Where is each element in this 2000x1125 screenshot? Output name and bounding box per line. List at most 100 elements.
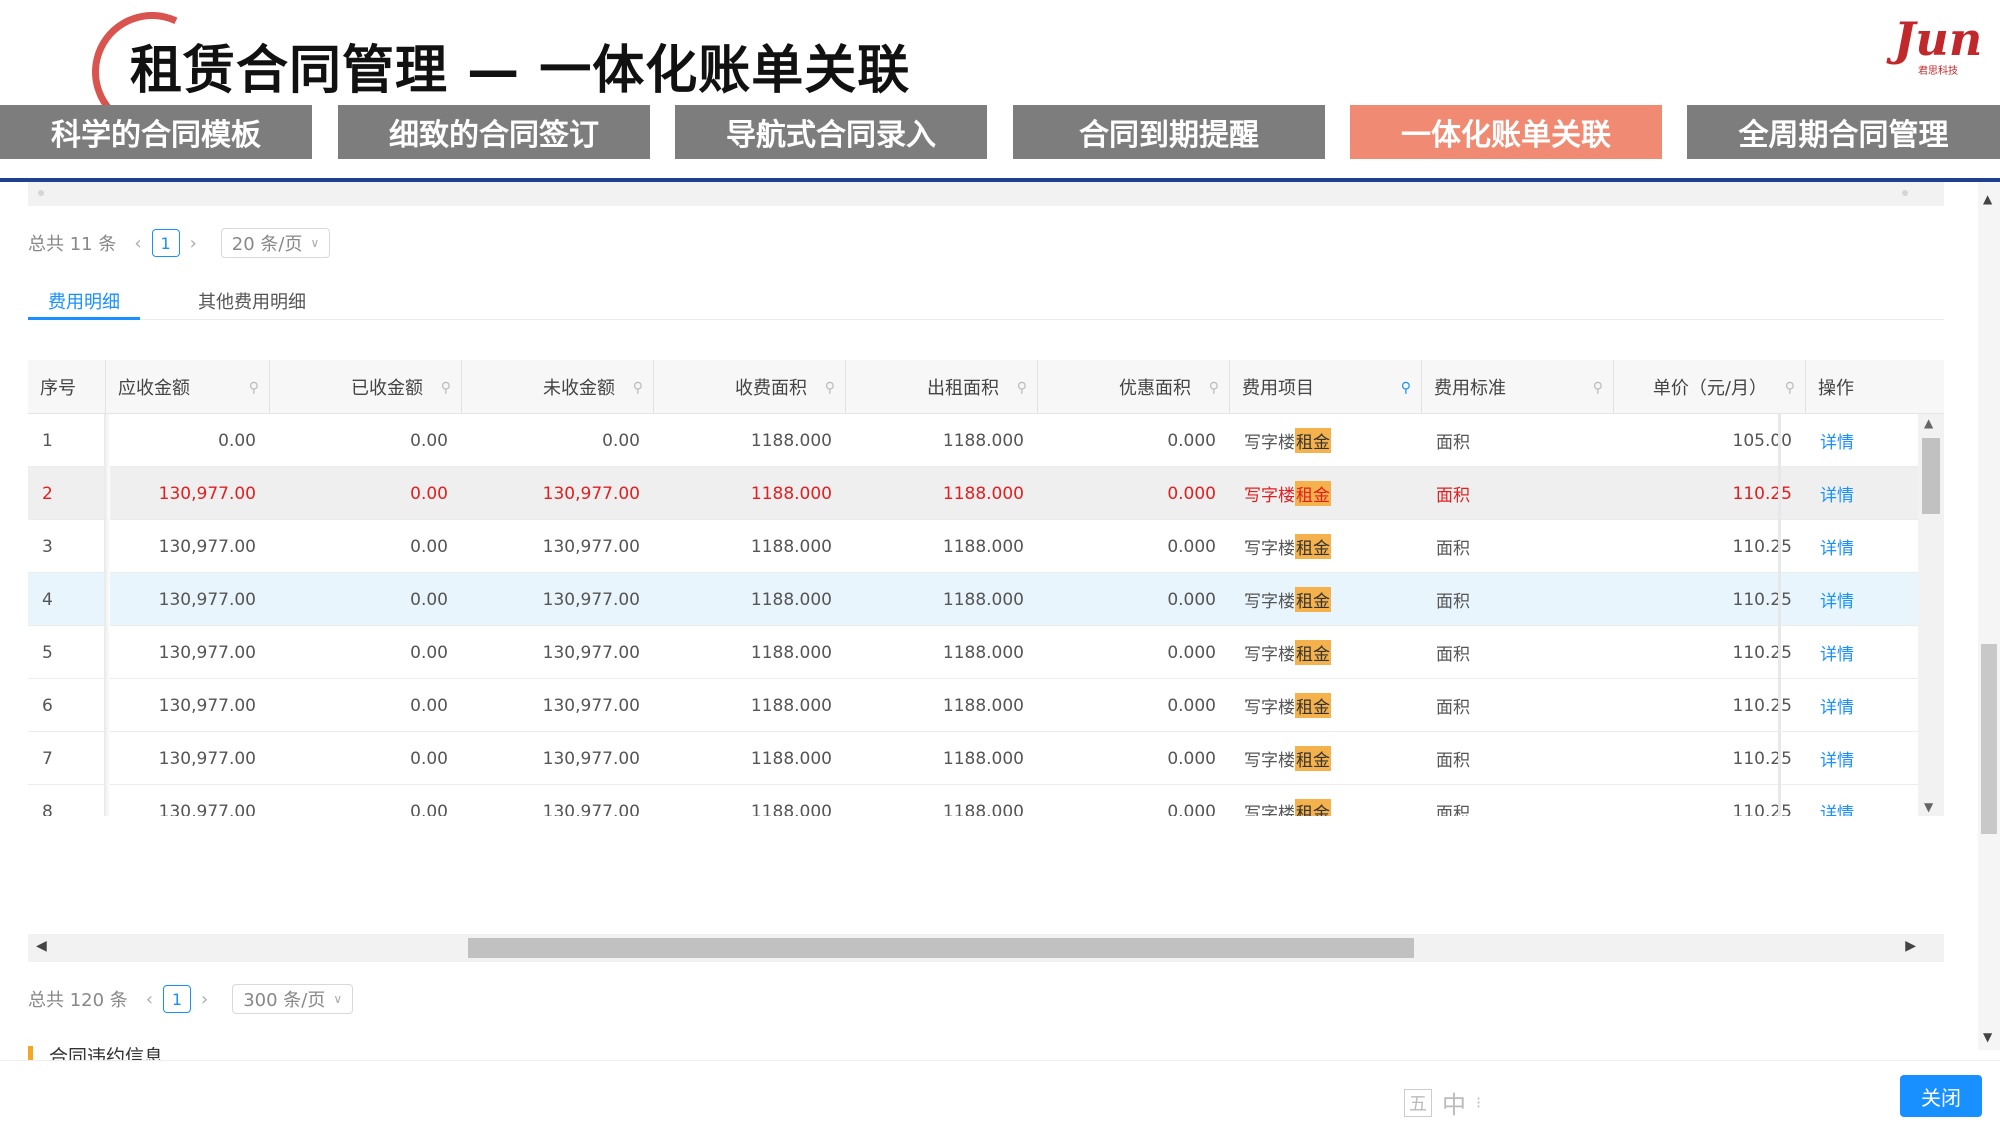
search-icon[interactable]: ⚲ [1785,380,1795,396]
cell-fee-item: 写字楼 租金 [1230,785,1422,816]
table-row[interactable]: 7 130,977.00 0.00 130,977.00 1188.000 1188.00… [28,732,1918,785]
current-page[interactable]: 1 [163,985,192,1013]
tab-lifecycle-management[interactable]: 全周期合同管理 [1687,105,2000,159]
scroll-left-icon[interactable]: ◀ [36,938,47,954]
table-row[interactable]: 1 0.00 0.00 0.00 1188.000 1188.000 0.000 写字楼 租金面… [28,414,1918,467]
table-horizontal-scrollbar[interactable]: ◀ ▶ [28,934,1944,962]
table-vertical-scrollbar[interactable]: ▲ ▼ [1918,414,1944,816]
ime-language: 中 [1442,1091,1466,1119]
page-vertical-scrollbar[interactable]: ▲ ▼ [1978,182,2000,1050]
cell-action: 详情 [1806,467,1918,520]
cell-disc-area: 0.000 [1167,642,1216,663]
cell-no: 8 [42,801,53,817]
detail-subtabs: 费用明细 其他费用明细 [28,288,1944,320]
cell-action: 详情 [1806,520,1918,573]
cell-rent-area: 1188.000 [942,536,1024,557]
table-row[interactable]: 4 130,977.00 0.00 130,977.00 1188.000 1188.00… [28,573,1918,626]
next-page-icon[interactable]: › [201,989,208,1010]
detail-link[interactable]: 详情 [1820,587,1854,612]
close-button[interactable]: 关闭 [1900,1075,1982,1117]
scroll-thumb[interactable] [1981,644,1997,834]
cell-std: 面积 [1436,433,1470,453]
col-label: 出租面积 [927,378,999,399]
cell-paid: 0.00 [410,695,448,716]
tab-contract-template[interactable]: 科学的合同模板 [0,105,312,159]
ime-indicator: 五 中 ⁝ [1404,1085,1481,1120]
page-size-select[interactable]: 20 条/页 ∨ [220,228,331,258]
detail-link[interactable]: 详情 [1820,534,1854,559]
cell-no: 6 [42,695,53,716]
current-page[interactable]: 1 [151,229,180,257]
cell-charge-area: 1188.000 [750,695,832,716]
scroll-up-icon[interactable]: ▲ [1983,192,1992,206]
cell-no: 2 [42,483,53,504]
cell-action: 详情 [1806,732,1918,785]
cell-disc-area: 0.000 [1167,801,1216,817]
page-size-select[interactable]: 300 条/页 ∨ [232,984,354,1014]
cell-std: 面积 [1436,539,1470,559]
table-row[interactable]: 2 130,977.00 0.00 130,977.00 1188.000 1188.00… [28,467,1918,520]
search-icon[interactable]: ⚲ [1401,380,1411,396]
cell-due: 130,977.00 [158,695,256,716]
cell-fee-item: 写字楼 租金 [1230,520,1422,573]
table-row[interactable]: 6 130,977.00 0.00 130,977.00 1188.000 1188.00… [28,679,1918,732]
tab-contract-entry[interactable]: 导航式合同录入 [675,105,987,159]
table-row[interactable]: 5 130,977.00 0.00 130,977.00 1188.000 1188.00… [28,626,1918,679]
fixed-column-shadow [1778,414,1781,816]
scroll-thumb[interactable] [1922,438,1940,514]
table-row[interactable]: 8 130,977.00 0.00 130,977.00 1188.000 1188.00… [28,785,1918,816]
cell-rent-area: 1188.000 [942,695,1024,716]
tab-bill-association[interactable]: 一体化账单关联 [1350,105,1662,159]
search-icon[interactable]: ⚲ [633,380,643,396]
tab-contract-signing[interactable]: 细致的合同签订 [338,105,650,159]
detail-link[interactable]: 详情 [1820,428,1854,453]
search-icon[interactable]: ⚲ [249,380,259,396]
detail-link[interactable]: 详情 [1820,481,1854,506]
scroll-up-icon[interactable]: ▲ [1924,416,1933,430]
detail-link[interactable]: 详情 [1820,693,1854,718]
scroll-down-icon[interactable]: ▼ [1983,1030,1992,1044]
cell-std: 面积 [1436,592,1470,612]
tab-fee-details[interactable]: 费用明细 [28,288,140,320]
detail-link[interactable]: 详情 [1820,640,1854,665]
cell-no: 1 [42,430,53,451]
search-icon[interactable]: ⚲ [1209,380,1219,396]
detail-link[interactable]: 详情 [1820,799,1854,816]
top-scroll-strip[interactable] [28,182,1944,206]
scroll-thumb[interactable] [468,938,1414,958]
fee-item-text: 写字楼 [1244,804,1295,816]
detail-link[interactable]: 详情 [1820,746,1854,771]
cell-disc-area: 0.000 [1167,748,1216,769]
cell-action: 详情 [1806,679,1918,732]
search-icon[interactable]: ⚲ [825,380,835,396]
prev-page-icon[interactable]: ‹ [146,989,153,1010]
fee-item-tag: 租金 [1295,693,1331,718]
cell-paid: 0.00 [410,589,448,610]
search-icon[interactable]: ⚲ [1017,380,1027,396]
screenshot-content: 总共 11 条 ‹ 1 › 20 条/页 ∨ 费用明细 其他费用明细 序号 应收金… [0,182,2000,1125]
search-icon[interactable]: ⚲ [1593,380,1603,396]
table-row[interactable]: 3 130,977.00 0.00 130,977.00 1188.000 1188.00… [28,520,1918,573]
tab-expiry-reminder[interactable]: 合同到期提醒 [1013,105,1325,159]
col-label: 收费面积 [735,378,807,399]
cell-due: 130,977.00 [158,801,256,817]
search-icon[interactable]: ⚲ [441,380,451,396]
next-page-icon[interactable]: › [190,233,197,254]
scroll-down-icon[interactable]: ▼ [1924,800,1933,814]
strip-dot-left [38,190,44,196]
cell-charge-area: 1188.000 [750,536,832,557]
prev-page-icon[interactable]: ‹ [134,233,141,254]
scroll-right-icon[interactable]: ▶ [1905,938,1916,954]
fee-table: 序号 应收金额 ⚲ 已收金额 ⚲ 未收金额 ⚲ 收费面积 ⚲ 出租面积 ⚲ 优惠面积 ⚲ 费… [28,360,1944,816]
cell-action: 详情 [1806,785,1918,816]
col-label: 已收金额 [351,378,423,399]
cell-due: 130,977.00 [158,589,256,610]
col-label: 优惠面积 [1119,378,1191,399]
cell-std: 面积 [1436,804,1470,816]
fee-item-tag: 租金 [1295,746,1331,771]
tab-other-fee-details[interactable]: 其他费用明细 [198,288,306,320]
col-label: 费用项目 [1242,378,1314,399]
cell-fee-item: 写字楼 租金 [1230,573,1422,626]
ime-settings-icon: ⁝ [1476,1093,1482,1112]
cell-due: 0.00 [218,430,256,451]
